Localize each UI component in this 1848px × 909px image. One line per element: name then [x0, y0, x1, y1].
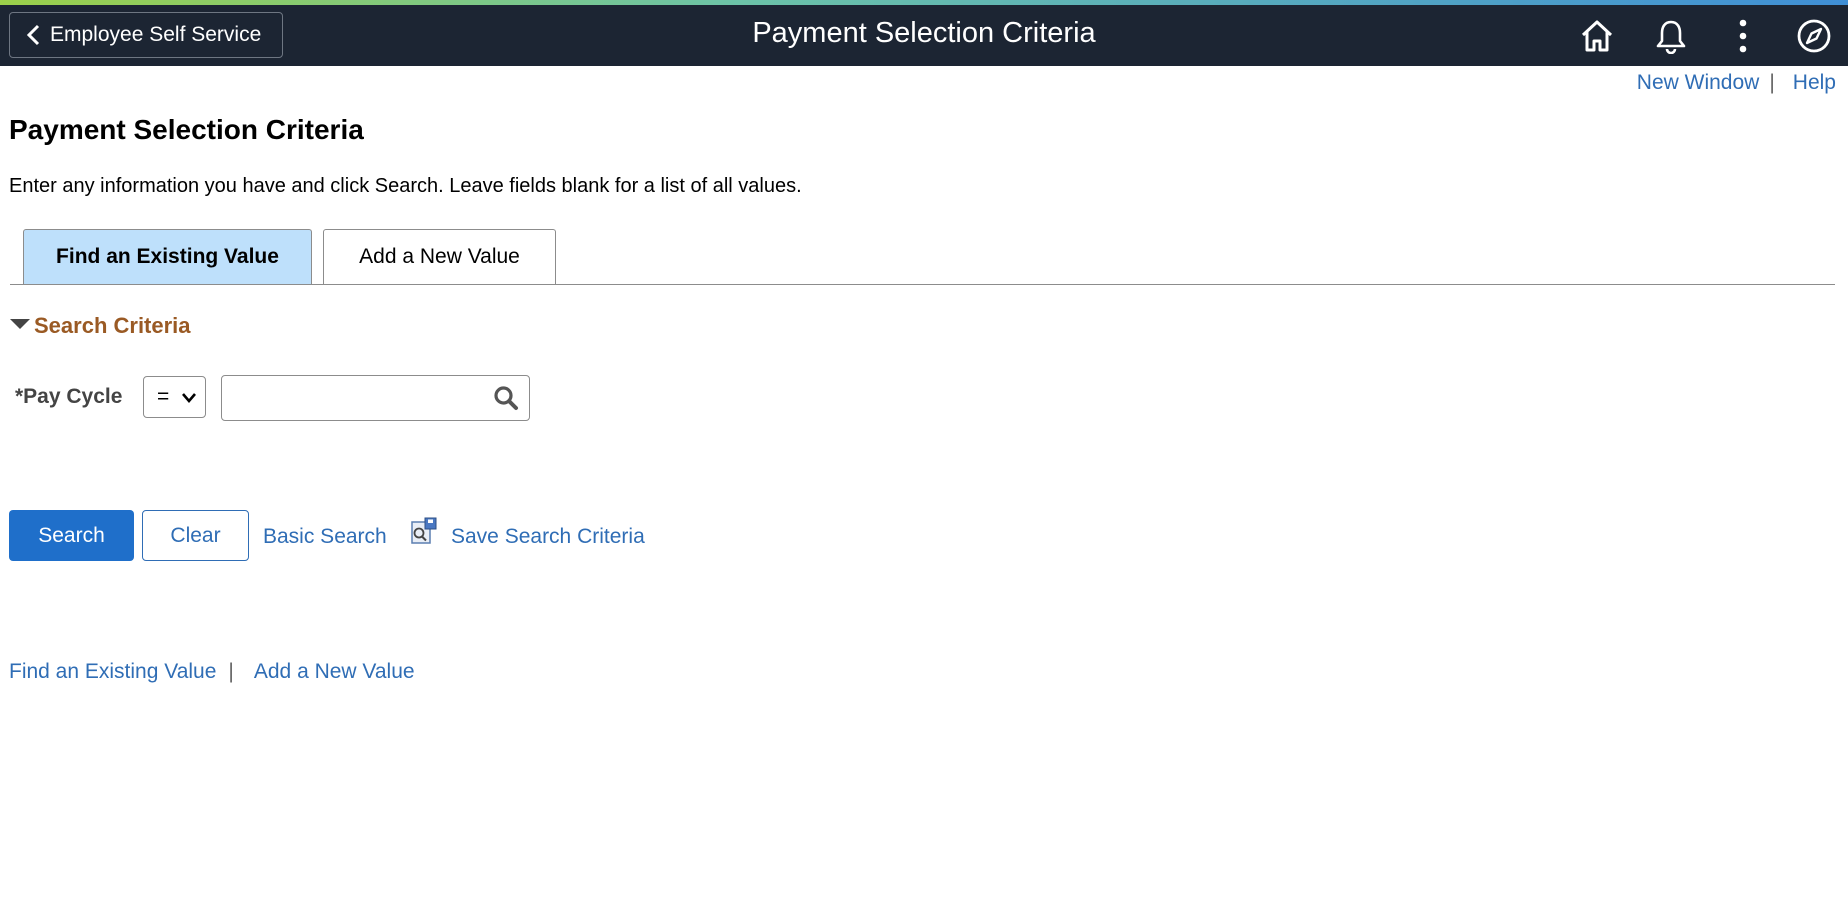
pay-cycle-operator-select[interactable]: =	[143, 376, 206, 418]
footer-find-existing-link[interactable]: Find an Existing Value	[9, 660, 216, 683]
back-button-label: Employee Self Service	[50, 23, 262, 46]
chevron-left-icon	[26, 24, 40, 46]
tab-bar: Find an Existing Value Add a New Value	[10, 229, 1835, 285]
instructions-text: Enter any information you have and click…	[9, 175, 802, 197]
compass-icon[interactable]	[1795, 17, 1833, 55]
operator-value: =	[157, 385, 170, 408]
footer-separator: |	[228, 660, 234, 683]
tab-add-new-value[interactable]: Add a New Value	[323, 229, 556, 284]
footer-links: Find an Existing Value | Add a New Value	[9, 660, 415, 684]
search-criteria-toggle[interactable]: Search Criteria	[10, 313, 191, 339]
back-button[interactable]: Employee Self Service	[9, 12, 283, 58]
new-window-link[interactable]: New Window	[1637, 71, 1760, 94]
bell-icon[interactable]	[1652, 17, 1690, 55]
search-button[interactable]: Search	[9, 510, 134, 561]
pay-cycle-label: *Pay Cycle	[15, 385, 123, 408]
link-separator: |	[1769, 71, 1775, 94]
chevron-down-icon	[182, 393, 196, 403]
clear-button[interactable]: Clear	[142, 510, 249, 561]
basic-search-link[interactable]: Basic Search	[263, 525, 387, 549]
collapse-triangle-icon	[10, 319, 30, 329]
more-vertical-icon[interactable]	[1724, 17, 1762, 55]
tab-find-existing-value[interactable]: Find an Existing Value	[23, 229, 312, 284]
footer-add-new-link[interactable]: Add a New Value	[254, 660, 415, 683]
help-link[interactable]: Help	[1793, 71, 1836, 94]
lookup-search-icon[interactable]	[493, 385, 519, 411]
top-navigation-bar: Employee Self Service Payment Selection …	[0, 5, 1848, 66]
pay-cycle-input[interactable]	[228, 382, 482, 416]
utility-links: New Window | Help	[1637, 71, 1836, 95]
pay-cycle-field	[221, 375, 530, 421]
search-criteria-heading: Search Criteria	[34, 313, 191, 338]
home-icon[interactable]	[1578, 17, 1616, 55]
page-title: Payment Selection Criteria	[9, 114, 364, 145]
save-search-criteria-link[interactable]: Save Search Criteria	[451, 525, 645, 549]
save-search-icon[interactable]	[411, 517, 439, 545]
